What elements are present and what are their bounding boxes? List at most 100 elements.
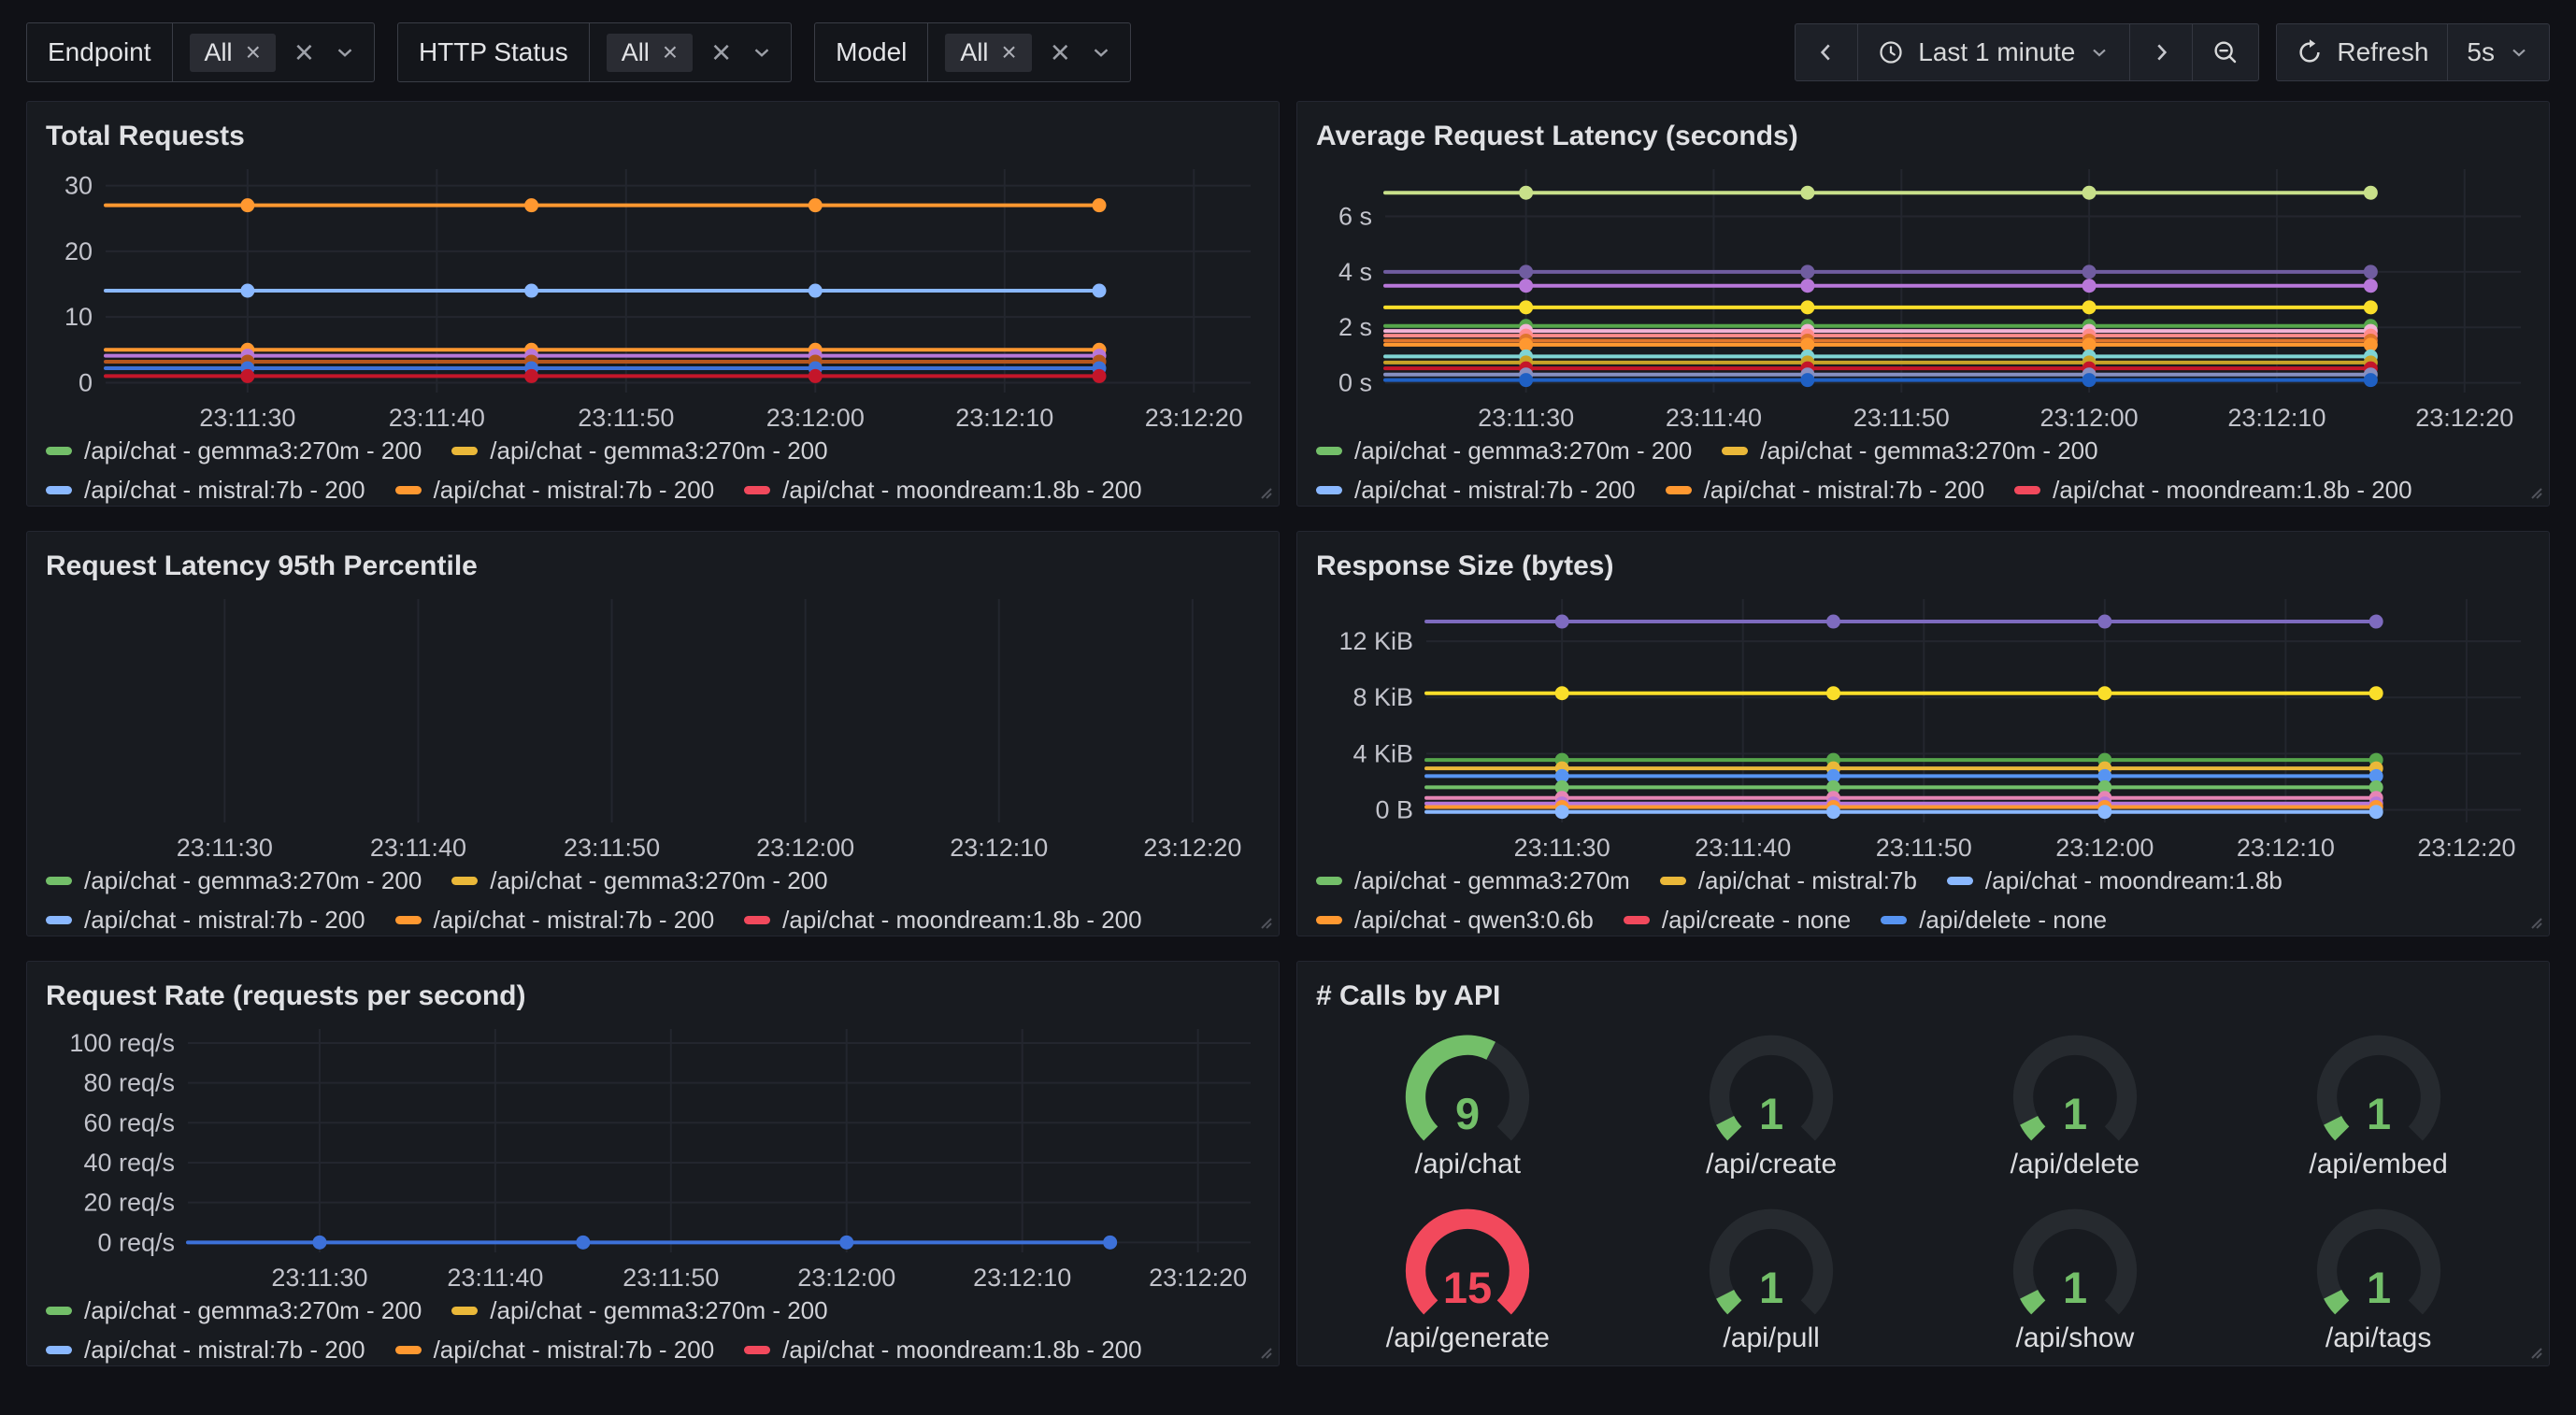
filter-value-area[interactable]: All××	[590, 23, 791, 81]
panel-calls-by-api: # Calls by API 9/api/chat1/api/create1/a…	[1296, 961, 2550, 1366]
legend-series-label: /api/chat - mistral:7b - 200	[84, 471, 365, 507]
time-shift-back-button[interactable]	[1795, 23, 1858, 81]
legend-series-color	[46, 916, 72, 924]
legend-item[interactable]: /api/chat - mistral:7b - 200	[46, 901, 365, 936]
legend-item[interactable]: /api/chat - mistral:7b - 200	[395, 901, 715, 936]
remove-tag-icon[interactable]: ×	[663, 39, 678, 65]
legend-item[interactable]: /api/chat - gemma3:270m - 200	[451, 1292, 827, 1329]
legend-series-label: /api/chat - mistral:7b - 200	[434, 1331, 715, 1366]
legend-item[interactable]: /api/chat - qwen3:0.6b	[1316, 901, 1594, 936]
legend-item[interactable]: /api/chat - gemma3:270m - 200	[451, 862, 827, 899]
panel-resize-handle[interactable]	[2526, 913, 2543, 930]
filter-selected-tag[interactable]: All×	[945, 34, 1031, 72]
chevron-down-icon	[2508, 41, 2530, 64]
clear-filter-icon[interactable]: ×	[711, 36, 731, 69]
filter-value-area[interactable]: All××	[928, 23, 1129, 81]
legend-item[interactable]: /api/chat - mistral:7b - 200	[1666, 471, 1985, 507]
chevron-down-icon[interactable]	[1089, 40, 1113, 64]
legend-item[interactable]: /api/chat - mistral:7b - 200	[1316, 471, 1636, 507]
gauge-value: 1	[1759, 1264, 1783, 1312]
svg-text:23:11:50: 23:11:50	[564, 834, 660, 860]
svg-text:60 req/s: 60 req/s	[83, 1108, 175, 1136]
legend-item[interactable]: /api/chat - moondream:1.8b - 200	[744, 1331, 1141, 1366]
svg-text:23:12:20: 23:12:20	[1145, 404, 1243, 430]
legend-series-color	[1316, 447, 1342, 455]
legend-item[interactable]: /api/chat - gemma3:270m - 200	[46, 862, 422, 899]
remove-tag-icon[interactable]: ×	[246, 39, 261, 65]
refresh-interval-button[interactable]: 5s	[2447, 23, 2550, 81]
legend-series-label: /api/chat - moondream:1.8b - 200	[2053, 471, 2411, 507]
panel-resize-handle[interactable]	[2526, 483, 2543, 500]
gauge-value: 1	[2063, 1264, 2087, 1312]
legend-item[interactable]: /api/chat - moondream:1.8b - 200	[2014, 471, 2411, 507]
legend-series-label: /api/chat - moondream:1.8b	[1985, 862, 2283, 899]
panel-title: Request Latency 95th Percentile	[46, 549, 1260, 584]
legend-row: /api/chat - qwen3:0.6b/api/create - none…	[1316, 901, 2530, 936]
panel-resize-handle[interactable]	[2526, 1343, 2543, 1360]
legend-series-color	[451, 877, 478, 885]
legend-series-label: /api/chat - mistral:7b	[1698, 862, 1917, 899]
time-controls: Last 1 minute Refresh	[1795, 23, 2550, 81]
legend-item[interactable]: /api/chat - mistral:7b - 200	[395, 471, 715, 507]
legend-row: /api/chat - gemma3:270m - 200/api/chat -…	[46, 432, 1260, 469]
average-latency-chart[interactable]: 23:11:3023:11:4023:11:5023:12:0023:12:10…	[1316, 164, 2530, 430]
gauge-api-generate: 15/api/generate	[1316, 1201, 1620, 1354]
legend-item[interactable]: /api/chat - moondream:1.8b - 200	[744, 901, 1141, 936]
panel-resize-handle[interactable]	[1256, 1343, 1273, 1360]
filter-label: HTTP Status	[398, 23, 590, 81]
refresh-interval-value: 5s	[2467, 37, 2495, 67]
legend-item[interactable]: /api/chat - moondream:1.8b - 200	[744, 471, 1141, 507]
chevron-down-icon[interactable]	[333, 40, 357, 64]
legend-item[interactable]: /api/chat - mistral:7b - 200	[46, 1331, 365, 1366]
latency-p95-chart[interactable]: 23:11:3023:11:4023:11:5023:12:0023:12:10…	[46, 593, 1260, 860]
legend-item[interactable]: /api/chat - gemma3:270m - 200	[451, 432, 827, 469]
gauge-grid: 9/api/chat1/api/create1/api/delete1/api/…	[1316, 1027, 2530, 1354]
panel-resize-handle[interactable]	[1256, 913, 1273, 930]
legend-series-label: /api/chat - gemma3:270m - 200	[490, 862, 827, 899]
filter-selected-tag[interactable]: All×	[190, 34, 276, 72]
legend-series-label: /api/chat - gemma3:270m	[1354, 862, 1630, 899]
legend-item[interactable]: /api/chat - moondream:1.8b	[1947, 862, 2283, 899]
panel-title: Response Size (bytes)	[1316, 549, 2530, 584]
chevron-down-icon[interactable]	[750, 40, 774, 64]
legend-series-color	[1722, 447, 1748, 455]
refresh-button[interactable]: Refresh	[2276, 23, 2448, 81]
legend-series-color	[1316, 916, 1342, 924]
legend-item[interactable]: /api/chat - gemma3:270m - 200	[1722, 432, 2097, 469]
total-requests-chart[interactable]: 23:11:3023:11:4023:11:5023:12:0023:12:10…	[46, 164, 1260, 430]
gauge-label: /api/generate	[1386, 1322, 1550, 1354]
legend-item[interactable]: /api/chat - mistral:7b	[1660, 862, 1917, 899]
legend-item[interactable]: /api/delete - none	[1881, 901, 2107, 936]
panel-resize-handle[interactable]	[1256, 483, 1273, 500]
legend-item[interactable]: /api/chat - mistral:7b - 200	[395, 1331, 715, 1366]
svg-text:23:12:20: 23:12:20	[1149, 1264, 1247, 1290]
svg-text:2 s: 2 s	[1338, 313, 1372, 341]
legend-series-label: /api/chat - gemma3:270m - 200	[1354, 432, 1692, 469]
remove-tag-icon[interactable]: ×	[1001, 39, 1016, 65]
gauge-label: /api/show	[2016, 1322, 2135, 1354]
request-rate-chart[interactable]: 23:11:3023:11:4023:11:5023:12:0023:12:10…	[46, 1023, 1260, 1290]
time-shift-forward-button[interactable]	[2129, 23, 2193, 81]
svg-text:80 req/s: 80 req/s	[83, 1069, 175, 1097]
response-size-chart[interactable]: 23:11:3023:11:4023:11:5023:12:0023:12:10…	[1316, 593, 2530, 860]
filter-group-endpoint: EndpointAll××	[26, 22, 375, 82]
clear-filter-icon[interactable]: ×	[294, 36, 314, 69]
filter-value-area[interactable]: All××	[173, 23, 374, 81]
legend-item[interactable]: /api/chat - gemma3:270m - 200	[1316, 432, 1692, 469]
time-range-picker-button[interactable]: Last 1 minute	[1857, 23, 2130, 81]
legend-item[interactable]: /api/create - none	[1624, 901, 1851, 936]
filter-group-model: ModelAll××	[814, 22, 1131, 82]
zoom-out-time-button[interactable]	[2192, 23, 2259, 81]
gauge-label: /api/chat	[1415, 1149, 1521, 1180]
legend-item[interactable]: /api/chat - gemma3:270m	[1316, 862, 1630, 899]
legend-item[interactable]: /api/chat - gemma3:270m - 200	[46, 1292, 422, 1329]
legend-series-color	[1666, 486, 1692, 494]
filter-label: Endpoint	[27, 23, 173, 81]
filter-selected-tag[interactable]: All×	[607, 34, 693, 72]
legend-item[interactable]: /api/chat - mistral:7b - 200	[46, 471, 365, 507]
legend-series-label: /api/chat - gemma3:270m - 200	[84, 862, 422, 899]
svg-text:20 req/s: 20 req/s	[83, 1189, 175, 1217]
clear-filter-icon[interactable]: ×	[1051, 36, 1070, 69]
legend-item[interactable]: /api/chat - gemma3:270m - 200	[46, 432, 422, 469]
svg-text:23:11:30: 23:11:30	[177, 834, 273, 860]
